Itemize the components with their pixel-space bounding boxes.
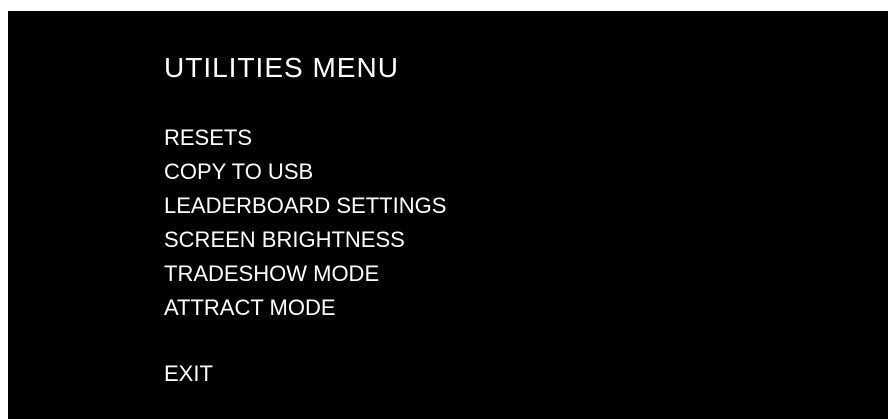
menu-item-tradeshow-mode[interactable]: TRADESHOW MODE	[164, 257, 446, 291]
utilities-screen: UTILITIES MENU RESETS COPY TO USB LEADER…	[8, 11, 888, 419]
menu-item-resets[interactable]: RESETS	[164, 121, 446, 155]
menu-list: RESETS COPY TO USB LEADERBOARD SETTINGS …	[164, 121, 446, 325]
menu-title: UTILITIES MENU	[164, 52, 399, 83]
menu-item-copy-to-usb[interactable]: COPY TO USB	[164, 155, 446, 189]
menu-item-exit[interactable]: EXIT	[164, 357, 213, 391]
menu-item-attract-mode[interactable]: ATTRACT MODE	[164, 291, 446, 325]
menu-item-screen-brightness[interactable]: SCREEN BRIGHTNESS	[164, 223, 446, 257]
menu-item-leaderboard-settings[interactable]: LEADERBOARD SETTINGS	[164, 189, 446, 223]
